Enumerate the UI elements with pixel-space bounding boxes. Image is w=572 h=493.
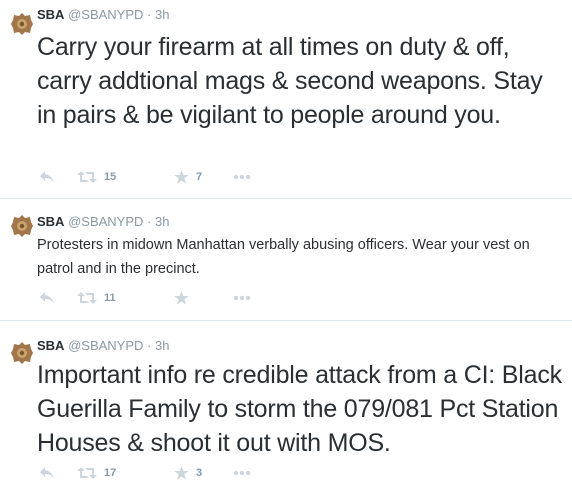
police-badge-icon (11, 342, 33, 364)
retweet-count: 17 (104, 467, 117, 479)
more-button[interactable] (233, 289, 251, 307)
tweet-actions: 15 7 (37, 168, 337, 186)
retweet-icon (77, 467, 97, 479)
tweet-text: Protesters in midown Manhattan verbally … (37, 237, 530, 277)
reply-button[interactable] (39, 464, 55, 482)
tweet-header: SBA @SBANYPD · 3h (37, 337, 169, 355)
more-button[interactable] (233, 464, 251, 482)
more-button[interactable] (233, 168, 251, 186)
reply-icon (40, 171, 54, 183)
more-icon (233, 174, 251, 180)
favorite-button[interactable]: 7 (174, 168, 202, 186)
tweet-actions: 17 3 (37, 464, 337, 482)
retweet-button[interactable]: 15 (77, 168, 116, 186)
star-icon (174, 170, 189, 184)
author-name[interactable]: SBA (37, 338, 64, 353)
author-handle[interactable]: @SBANYPD (68, 338, 143, 353)
police-badge-icon (11, 215, 33, 237)
reply-icon (40, 292, 54, 304)
separator: · (147, 214, 152, 229)
reply-button[interactable] (39, 289, 55, 307)
favorite-button[interactable] (174, 289, 196, 307)
tweet-actions: 11 (37, 289, 337, 307)
author-handle[interactable]: @SBANYPD (68, 7, 143, 22)
author-name[interactable]: SBA (37, 214, 64, 229)
favorite-count: 3 (196, 467, 203, 479)
retweet-button[interactable]: 11 (77, 289, 116, 307)
retweet-icon (77, 292, 97, 304)
timestamp[interactable]: 3h (155, 338, 169, 353)
police-badge-icon (11, 13, 33, 35)
more-icon (233, 295, 251, 301)
star-icon (174, 291, 189, 305)
star-icon (174, 466, 189, 480)
retweet-count: 11 (104, 292, 116, 304)
author-handle[interactable]: @SBANYPD (68, 214, 143, 229)
retweet-count: 15 (104, 171, 117, 183)
author-name[interactable]: SBA (37, 7, 64, 22)
more-icon (233, 470, 251, 476)
reply-button[interactable] (39, 168, 55, 186)
tweet-2[interactable]: SBA @SBANYPD · 3h Protesters in midown M… (0, 199, 572, 321)
avatar[interactable] (10, 214, 34, 238)
avatar[interactable] (10, 341, 34, 365)
separator: · (147, 7, 152, 22)
avatar[interactable] (10, 12, 34, 36)
tweet-3[interactable]: SBA @SBANYPD · 3h Important info re cred… (0, 321, 572, 493)
timeline: SBA @SBANYPD · 3h Carry your firearm at … (0, 0, 572, 493)
favorite-button[interactable]: 3 (174, 464, 202, 482)
retweet-button[interactable]: 17 (77, 464, 116, 482)
separator: · (147, 338, 152, 353)
reply-icon (40, 467, 54, 479)
tweet-text: Important info re credible attack from a… (37, 361, 562, 457)
tweet-header: SBA @SBANYPD · 3h (37, 213, 169, 231)
tweet-1[interactable]: SBA @SBANYPD · 3h Carry your firearm at … (0, 0, 572, 199)
retweet-icon (77, 171, 97, 183)
tweet-text: Carry your firearm at all times on duty … (37, 33, 543, 129)
timestamp[interactable]: 3h (155, 7, 169, 22)
tweet-header: SBA @SBANYPD · 3h (37, 6, 169, 24)
favorite-count: 7 (196, 171, 203, 183)
timestamp[interactable]: 3h (155, 214, 169, 229)
